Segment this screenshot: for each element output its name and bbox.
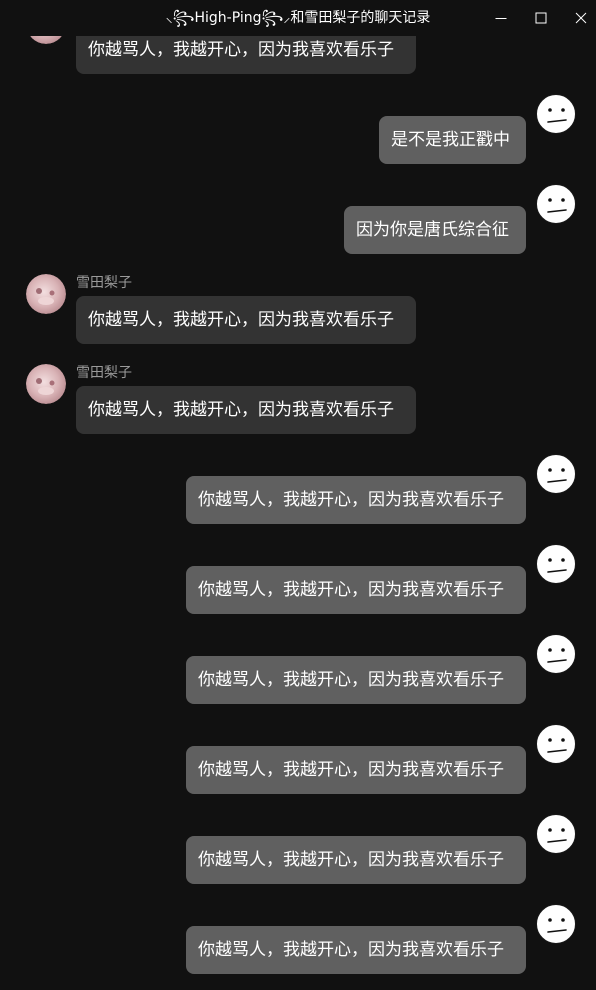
message-item: 因为你是唐氏综合征 (0, 180, 596, 260)
message-item: 你越骂人，我越开心，因为我喜欢看乐子 (0, 630, 596, 710)
message-bubble[interactable]: 你越骂人，我越开心，因为我喜欢看乐子 (186, 926, 526, 974)
message-item: 你越骂人，我越开心，因为我喜欢看乐子 (0, 900, 596, 980)
message-item: 是不是我正戳中 (0, 90, 596, 170)
close-button[interactable] (561, 0, 596, 36)
close-icon (575, 12, 587, 24)
message-bubble[interactable]: 你越骂人，我越开心，因为我喜欢看乐子 (76, 386, 416, 434)
message-list[interactable]: 你越骂人，我越开心，因为我喜欢看乐子 是不是我正戳中 因为你是唐氏综合征 雪田梨… (0, 0, 596, 990)
title-bar[interactable]: ⸜꧂High-Ping꧂⸝和雪田梨子的聊天记录 (0, 0, 596, 36)
message-item: 雪田梨子 你越骂人，我越开心，因为我喜欢看乐子 (0, 360, 596, 440)
chat-history-window: 你越骂人，我越开心，因为我喜欢看乐子 是不是我正戳中 因为你是唐氏综合征 雪田梨… (0, 0, 596, 990)
self-avatar[interactable] (536, 814, 576, 854)
sender-name: 雪田梨子 (76, 275, 132, 291)
message-bubble[interactable]: 你越骂人，我越开心，因为我喜欢看乐子 (186, 746, 526, 794)
self-avatar[interactable] (536, 904, 576, 944)
message-bubble[interactable]: 是不是我正戳中 (379, 116, 526, 164)
self-avatar[interactable] (536, 94, 576, 134)
self-avatar[interactable] (536, 724, 576, 764)
message-bubble[interactable]: 你越骂人，我越开心，因为我喜欢看乐子 (186, 566, 526, 614)
self-avatar[interactable] (536, 454, 576, 494)
message-item: 雪田梨子 你越骂人，我越开心，因为我喜欢看乐子 (0, 270, 596, 350)
message-bubble[interactable]: 因为你是唐氏综合征 (344, 206, 526, 254)
message-item: 你越骂人，我越开心，因为我喜欢看乐子 (0, 810, 596, 890)
self-avatar[interactable] (536, 184, 576, 224)
message-bubble[interactable]: 你越骂人，我越开心，因为我喜欢看乐子 (186, 656, 526, 704)
minimize-button[interactable] (481, 0, 521, 36)
minimize-icon (495, 18, 507, 19)
message-bubble[interactable]: 你越骂人，我越开心，因为我喜欢看乐子 (186, 836, 526, 884)
contact-avatar[interactable] (26, 274, 66, 314)
contact-avatar[interactable] (26, 364, 66, 404)
message-bubble[interactable]: 你越骂人，我越开心，因为我喜欢看乐子 (76, 296, 416, 344)
message-bubble[interactable]: 你越骂人，我越开心，因为我喜欢看乐子 (186, 476, 526, 524)
message-item: 你越骂人，我越开心，因为我喜欢看乐子 (0, 450, 596, 530)
self-avatar[interactable] (536, 544, 576, 584)
self-avatar[interactable] (536, 634, 576, 674)
maximize-button[interactable] (521, 0, 561, 36)
message-item: 你越骂人，我越开心，因为我喜欢看乐子 (0, 540, 596, 620)
maximize-icon (535, 12, 547, 24)
sender-name: 雪田梨子 (76, 365, 132, 381)
message-item: 你越骂人，我越开心，因为我喜欢看乐子 (0, 720, 596, 800)
